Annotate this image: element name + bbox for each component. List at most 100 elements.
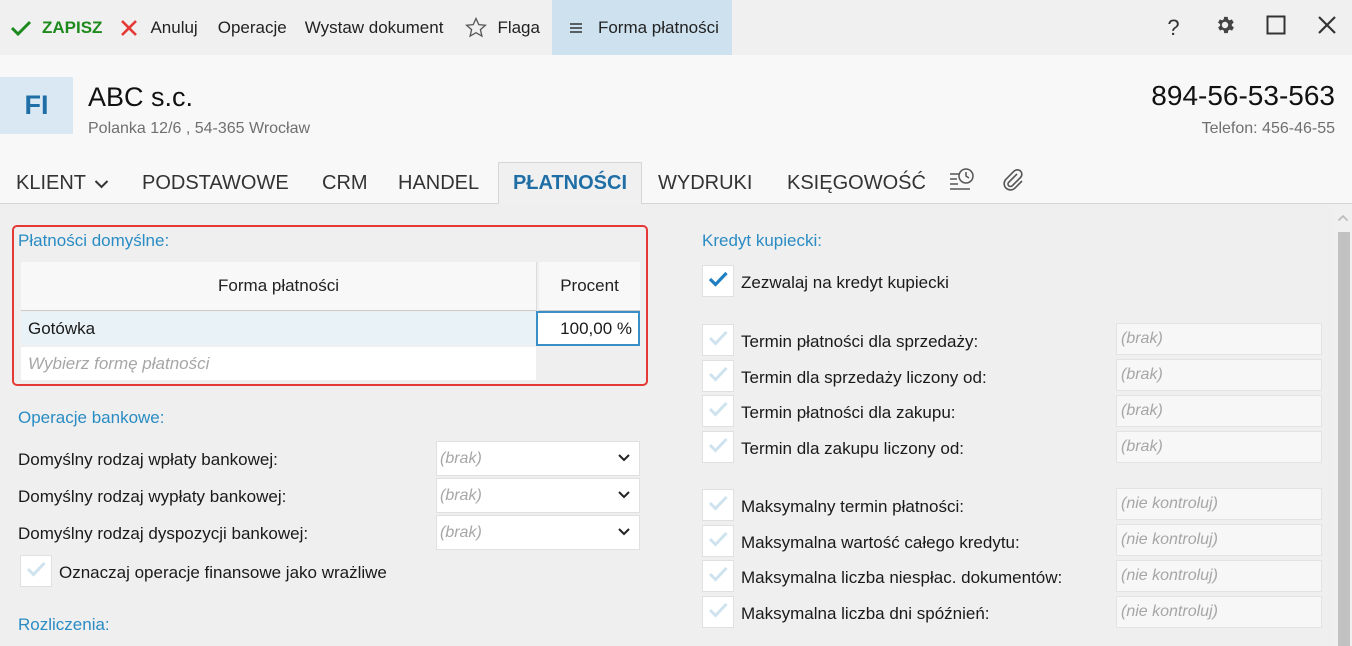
max-late-days-label: Maksymalna liczba dni spóźnień: <box>741 604 990 623</box>
tab-printouts[interactable]: WYDRUKI <box>658 162 752 204</box>
max-payment-term-field[interactable]: (nie kontroluj) <box>1116 488 1322 520</box>
sales-term-from-checkbox[interactable] <box>702 360 734 392</box>
column-header-payment-form[interactable]: Forma płatności <box>21 262 537 311</box>
withdrawal-type-value: (brak) <box>440 486 482 504</box>
checkmark-icon <box>707 601 729 624</box>
checkmark-icon <box>707 565 729 588</box>
payment-form-button[interactable]: Forma płatności <box>551 0 732 55</box>
purchase-term-from-value: (brak) <box>1121 438 1163 455</box>
sensitive-operations-checkbox[interactable] <box>20 555 52 587</box>
maximize-button[interactable] <box>1250 0 1301 55</box>
operations-button[interactable]: Operacje <box>208 0 296 55</box>
checkmark-icon <box>707 400 729 423</box>
purchase-term-from-field[interactable]: (brak) <box>1116 431 1322 463</box>
tab-bar: KLIENT PODSTAWOWE CRM HANDEL PŁATNOŚCI W… <box>0 162 1352 205</box>
max-unpaid-docs-label: Maksymalna liczba niespłac. dokumentów: <box>741 568 1063 587</box>
checkmark-icon <box>25 560 47 583</box>
company-phone: Telefon: 456-46-55 <box>1201 120 1335 137</box>
tax-id: 894-56-53-563 <box>1151 80 1335 111</box>
vertical-scrollbar[interactable] <box>1334 204 1352 646</box>
close-window-button[interactable] <box>1301 0 1352 55</box>
max-payment-term-checkbox[interactable] <box>702 489 734 521</box>
allow-trade-credit-checkbox[interactable] <box>702 265 734 297</box>
max-late-days-checkbox[interactable] <box>702 596 734 628</box>
new-payment-form-input[interactable]: Wybierz formę płatności <box>21 347 536 380</box>
payment-form-cell[interactable]: Gotówka <box>21 312 536 345</box>
flag-label: Flaga <box>497 17 540 37</box>
percent-input[interactable]: 100,00 % <box>536 311 640 346</box>
deposit-type-value: (brak) <box>440 449 482 467</box>
payment-form-value: Gotówka <box>28 318 96 338</box>
sales-payment-term-field[interactable]: (brak) <box>1116 323 1322 355</box>
purchase-payment-term-field[interactable]: (brak) <box>1116 395 1322 427</box>
sales-payment-term-value: (brak) <box>1121 330 1163 347</box>
column-header-percent[interactable]: Procent <box>539 262 640 311</box>
gear-icon <box>1214 14 1236 41</box>
help-button[interactable]: ? <box>1148 0 1199 55</box>
scrollbar-thumb[interactable] <box>1338 232 1350 646</box>
client-header: FI ABC s.c. Polanka 12/6 , 54-365 Wrocła… <box>0 55 1352 162</box>
tab-trade-label: HANDEL <box>398 171 480 194</box>
deposit-type-select[interactable]: (brak) <box>436 441 640 476</box>
tab-basic[interactable]: PODSTAWOWE <box>142 162 289 204</box>
checkmark-icon <box>707 436 729 459</box>
save-button[interactable]: ZAPISZ <box>0 0 114 55</box>
checkmark-icon <box>707 530 729 553</box>
max-unpaid-docs-checkbox[interactable] <box>702 560 734 592</box>
max-late-days-value: (nie kontroluj) <box>1121 603 1218 620</box>
issue-document-label: Wystaw dokument <box>304 17 444 37</box>
client-window: ZAPISZ Anuluj Operacje Wystaw dokument F… <box>0 0 1352 646</box>
max-late-days-field[interactable]: (nie kontroluj) <box>1116 596 1322 628</box>
tab-accounting[interactable]: KSIĘGOWOŚĆ <box>787 162 926 204</box>
sales-payment-term-label: Termin płatności dla sprzedaży: <box>741 332 979 351</box>
save-label: ZAPISZ <box>42 17 103 37</box>
avatar: FI <box>0 77 73 134</box>
chevron-up-icon[interactable] <box>1337 210 1349 228</box>
tab-crm-label: CRM <box>322 171 368 194</box>
company-name: ABC s.c. <box>88 82 194 112</box>
settlements-title: Rozliczenia: <box>18 615 110 634</box>
purchase-term-from-checkbox[interactable] <box>702 431 734 463</box>
max-credit-value-checkbox[interactable] <box>702 525 734 557</box>
flag-button[interactable]: Flaga <box>453 0 552 55</box>
purchase-payment-term-value: (brak) <box>1121 402 1163 419</box>
payments-panel: Płatności domyślne: Forma płatności Proc… <box>0 204 1352 646</box>
tab-trade[interactable]: HANDEL <box>398 162 479 204</box>
checkmark-icon <box>707 329 729 352</box>
settings-button[interactable] <box>1199 0 1250 55</box>
sales-payment-term-checkbox[interactable] <box>702 324 734 356</box>
column-header-label: Procent <box>560 276 619 295</box>
purchase-payment-term-checkbox[interactable] <box>702 395 734 427</box>
tab-payments[interactable]: PŁATNOŚCI <box>498 162 642 205</box>
disposition-type-select[interactable]: (brak) <box>436 515 640 550</box>
tab-crm[interactable]: CRM <box>322 162 368 204</box>
close-icon <box>1317 15 1337 40</box>
help-icon: ? <box>1167 14 1180 40</box>
max-credit-value-value: (nie kontroluj) <box>1121 531 1218 548</box>
menu-icon <box>569 22 583 34</box>
cancel-label: Anuluj <box>150 17 198 37</box>
tab-history[interactable] <box>948 162 976 204</box>
tab-client[interactable]: KLIENT <box>16 162 109 204</box>
sales-term-from-value: (brak) <box>1121 366 1163 383</box>
max-credit-value-label: Maksymalna wartość całego kredytu: <box>741 533 1020 552</box>
sales-term-from-label: Termin dla sprzedaży liczony od: <box>741 368 987 387</box>
star-icon <box>465 17 488 38</box>
max-credit-value-field[interactable]: (nie kontroluj) <box>1116 524 1322 556</box>
chevron-down-icon <box>617 525 631 544</box>
purchase-term-from-label: Termin dla zakupu liczony od: <box>741 439 965 458</box>
issue-document-button[interactable]: Wystaw dokument <box>296 0 454 55</box>
tab-attachments[interactable] <box>1000 162 1026 204</box>
max-unpaid-docs-value: (nie kontroluj) <box>1121 567 1218 584</box>
chevron-down-icon <box>617 488 631 507</box>
percent-value: 100,00 % <box>560 318 632 338</box>
tab-client-label: KLIENT <box>16 171 87 194</box>
max-unpaid-docs-field[interactable]: (nie kontroluj) <box>1116 560 1322 592</box>
sales-term-from-field[interactable]: (brak) <box>1116 359 1322 391</box>
payment-form-label: Forma płatności <box>597 17 719 37</box>
tab-accounting-label: KSIĘGOWOŚĆ <box>787 171 926 194</box>
cancel-button[interactable]: Anuluj <box>114 0 207 55</box>
withdrawal-type-select[interactable]: (brak) <box>436 478 640 513</box>
tab-printouts-label: WYDRUKI <box>658 171 753 194</box>
max-payment-term-label: Maksymalny termin płatności: <box>741 497 964 516</box>
